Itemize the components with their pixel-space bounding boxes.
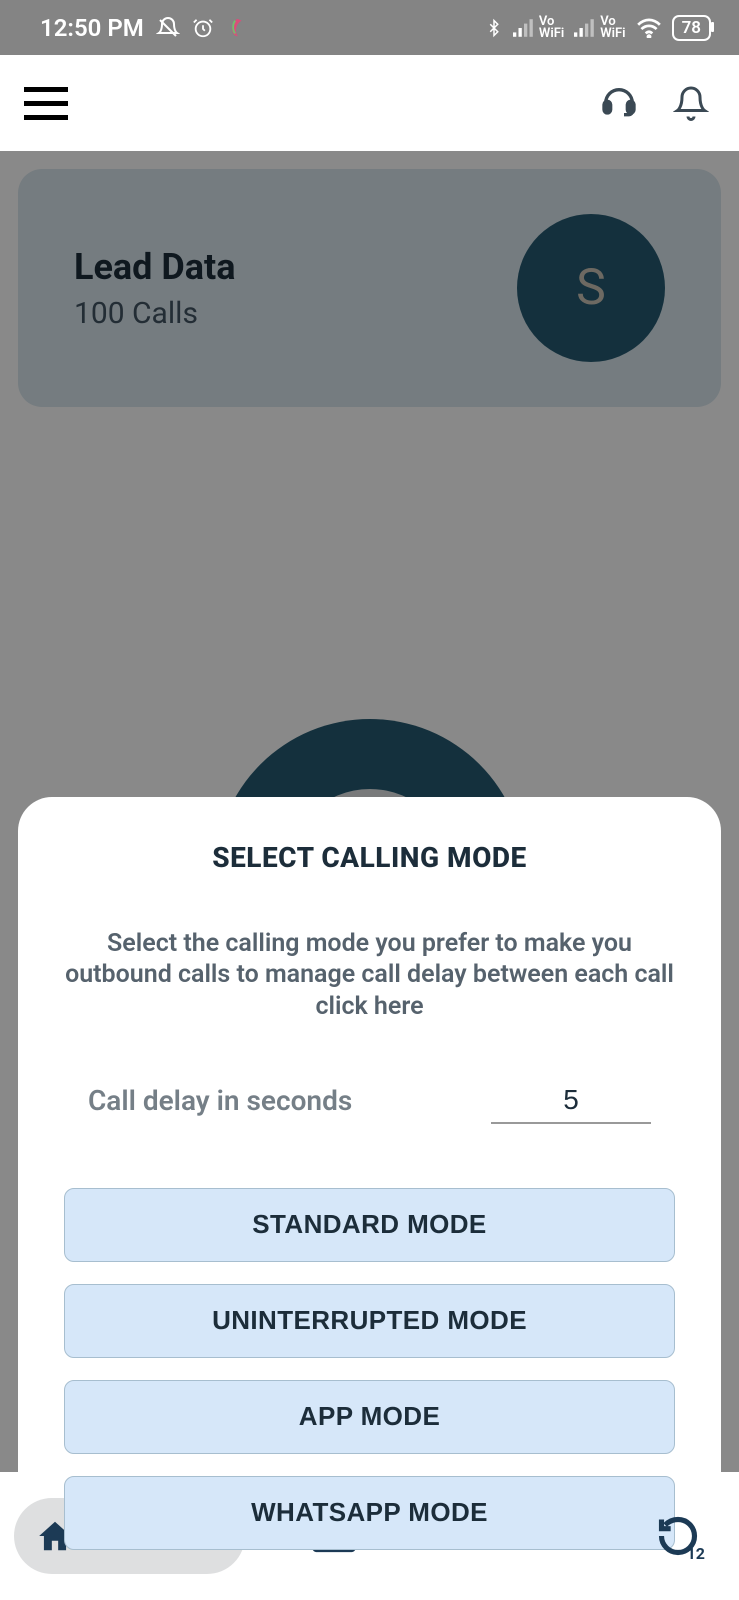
wifi-icon xyxy=(636,18,662,38)
app-indicator-icon xyxy=(226,17,248,39)
delay-row: Call delay in seconds xyxy=(64,1078,675,1124)
status-left: 12:50 PM xyxy=(40,14,248,42)
app-header xyxy=(0,55,739,151)
main-content: Lead Data 100 Calls S SELECT CALLING MOD… xyxy=(0,151,739,1472)
status-bar: 12:50 PM Vo WiFi Vo WiFi 78 xyxy=(0,0,739,55)
notifications-icon[interactable] xyxy=(673,83,709,123)
battery-indicator: 78 xyxy=(672,15,711,41)
mode-options: STANDARD MODE UNINTERRUPTED MODE APP MOD… xyxy=(64,1188,675,1550)
whatsapp-mode-button[interactable]: WHATSAPP MODE xyxy=(64,1476,675,1550)
support-icon[interactable] xyxy=(599,83,639,123)
dnd-icon xyxy=(156,16,180,40)
signal-2: Vo WiFi xyxy=(574,16,625,40)
vowifi-label-2: Vo WiFi xyxy=(600,16,625,40)
nav-history[interactable]: 12 xyxy=(653,1511,703,1561)
signal-1: Vo WiFi xyxy=(513,16,564,40)
delay-label: Call delay in seconds xyxy=(88,1084,352,1117)
status-time: 12:50 PM xyxy=(40,14,144,42)
vowifi-label-1: Vo WiFi xyxy=(539,16,564,40)
sheet-title: SELECT CALLING MODE xyxy=(64,841,675,874)
menu-button[interactable] xyxy=(24,87,68,120)
alarm-icon xyxy=(192,17,214,39)
delay-input[interactable] xyxy=(491,1078,651,1124)
app-mode-button[interactable]: APP MODE xyxy=(64,1380,675,1454)
standard-mode-button[interactable]: STANDARD MODE xyxy=(64,1188,675,1262)
sheet-description: Select the calling mode you prefer to ma… xyxy=(64,928,675,1022)
bluetooth-icon xyxy=(485,16,503,40)
status-right: Vo WiFi Vo WiFi 78 xyxy=(485,15,711,41)
calling-mode-sheet: SELECT CALLING MODE Select the calling m… xyxy=(18,797,721,1472)
uninterrupted-mode-button[interactable]: UNINTERRUPTED MODE xyxy=(64,1284,675,1358)
history-badge: 12 xyxy=(687,1544,705,1563)
